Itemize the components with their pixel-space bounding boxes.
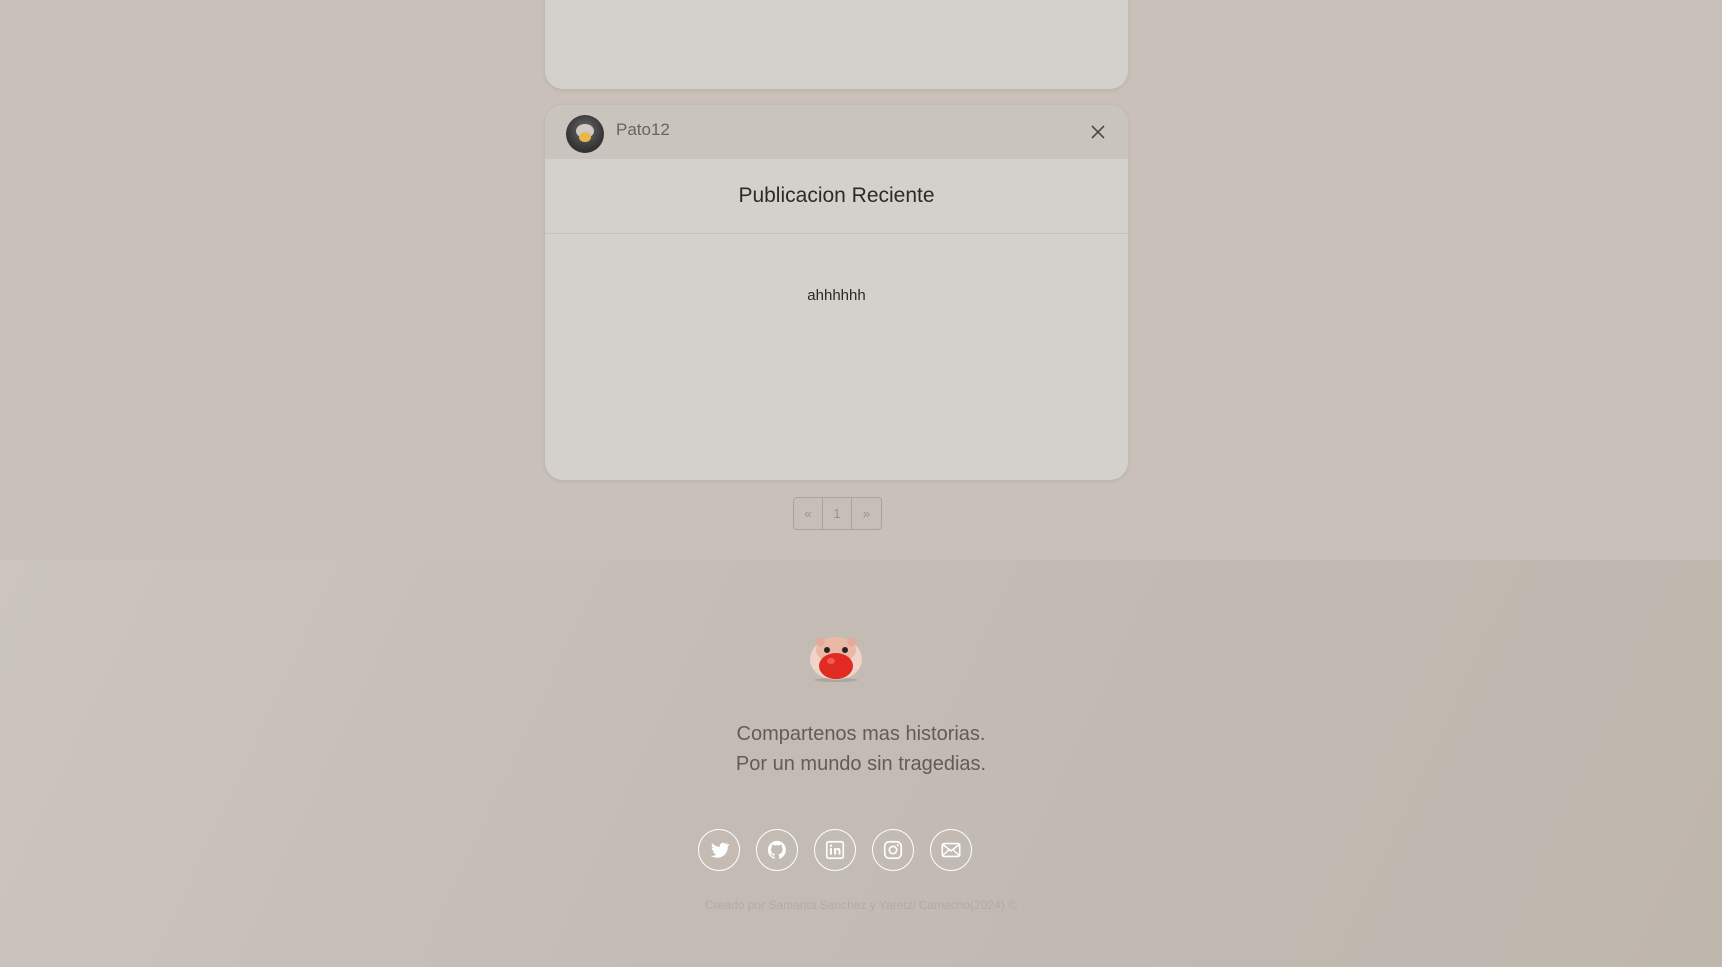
footer: Compartenos mas historias. Por un mundo … <box>0 560 1722 967</box>
post-body: ahhhhhh <box>807 287 866 304</box>
pagination-page-button[interactable]: 1 <box>823 498 852 529</box>
instagram-icon <box>883 840 903 860</box>
post-title: Publicacion Reciente <box>545 159 1128 234</box>
twitter-icon <box>710 842 730 858</box>
mail-icon <box>941 842 961 858</box>
pagination-next-button[interactable]: » <box>852 498 881 529</box>
post-header: Pato12 <box>545 105 1128 159</box>
instagram-link[interactable] <box>872 829 914 871</box>
avatar-beak <box>579 132 591 142</box>
footer-credit: Creado por Samanta Sanchez y Yaretzi Cam… <box>705 898 1017 912</box>
linkedin-icon <box>825 840 845 860</box>
linkedin-link[interactable] <box>814 829 856 871</box>
avatar[interactable] <box>566 115 604 153</box>
close-button[interactable] <box>1088 122 1108 142</box>
close-icon <box>1091 125 1105 139</box>
footer-tagline-line1: Compartenos mas historias. <box>736 723 986 745</box>
github-icon <box>767 840 786 859</box>
github-link[interactable] <box>756 829 798 871</box>
previous-post-card <box>545 0 1128 89</box>
main-area: Pato12 Publicacion Reciente ahhhhhh « 1 … <box>0 0 1722 560</box>
hamster-logo <box>810 637 862 682</box>
twitter-link[interactable] <box>698 829 740 871</box>
social-links <box>698 829 972 871</box>
footer-tagline-line2: Por un mundo sin tragedias. <box>735 753 987 775</box>
post-card: Pato12 Publicacion Reciente ahhhhhh <box>545 105 1128 480</box>
post-username[interactable]: Pato12 <box>616 120 670 140</box>
pagination: « 1 » <box>793 497 882 530</box>
pagination-prev-button[interactable]: « <box>794 498 823 529</box>
mail-link[interactable] <box>930 829 972 871</box>
